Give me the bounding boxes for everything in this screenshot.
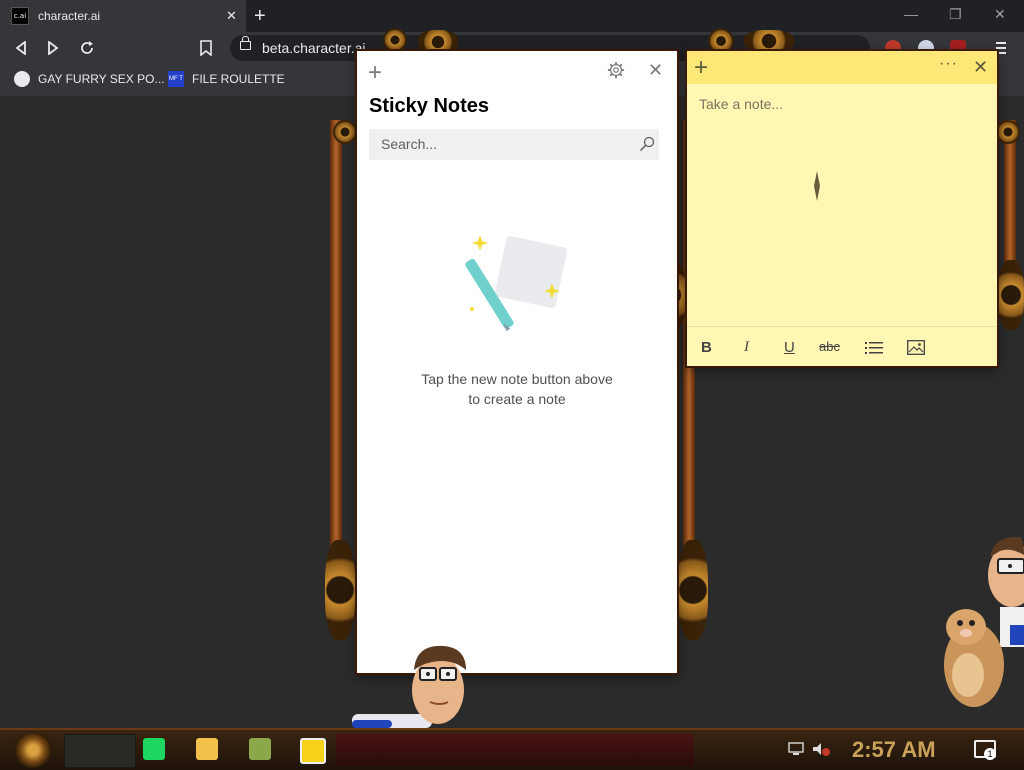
taskbar-slot	[64, 734, 136, 768]
lock-icon	[240, 36, 251, 50]
bookmark-label: FILE ROULETTE	[192, 72, 285, 86]
sticky-notes-icon[interactable]	[300, 738, 326, 764]
menu-icon[interactable]	[996, 42, 1006, 56]
forward-icon[interactable]	[46, 41, 60, 55]
game-icon[interactable]	[249, 738, 271, 760]
volume-muted-icon[interactable]	[812, 742, 830, 756]
close-window-button[interactable]: ✕	[994, 6, 1006, 23]
underline-button[interactable]: U	[784, 339, 795, 356]
minimize-button[interactable]: —	[904, 6, 918, 22]
new-note-button[interactable]: +	[694, 54, 708, 82]
taskbar-empty-area	[336, 734, 694, 766]
gear-icon	[744, 30, 794, 52]
spotify-icon[interactable]	[143, 738, 165, 760]
gear-icon	[325, 540, 355, 640]
file-explorer-icon[interactable]	[196, 738, 218, 760]
restore-button[interactable]: ❐	[949, 6, 962, 23]
image-icon[interactable]	[907, 340, 925, 355]
more-options-button[interactable]: ···	[939, 55, 958, 73]
empty-state-line: Tap the new note button above	[421, 371, 613, 387]
new-tab-button[interactable]: +	[254, 5, 266, 28]
reload-icon[interactable]	[79, 40, 95, 56]
tab-title: character.ai	[38, 9, 101, 23]
tab-close-icon[interactable]: ✕	[226, 8, 237, 24]
italic-button[interactable]: I	[744, 339, 749, 356]
gear-icon	[383, 28, 407, 52]
strikethrough-button[interactable]: abc	[819, 339, 840, 354]
note-text-area[interactable]: Take a note...	[699, 96, 783, 112]
gear-icon	[998, 260, 1024, 330]
bullet-list-icon[interactable]	[865, 341, 883, 355]
clock[interactable]: 2:57 AM	[852, 737, 936, 763]
settings-gear-icon[interactable]	[607, 61, 625, 79]
taskbar: 2:57 AM 1	[0, 728, 1024, 770]
mft-icon: MF T	[168, 71, 184, 87]
empty-state-message: Tap the new note button above to create …	[397, 369, 637, 409]
browser-tab[interactable]: c.ai character.ai ✕	[0, 0, 246, 32]
bold-button[interactable]: B	[701, 339, 712, 356]
empty-notes-illustration	[465, 235, 568, 331]
cartoon-man-mascot	[352, 645, 466, 728]
bookmark-icon[interactable]	[199, 40, 213, 56]
notification-count-badge: 1	[984, 748, 996, 760]
new-note-button[interactable]: +	[368, 59, 382, 87]
gear-icon	[678, 540, 708, 640]
sticky-note-window: + ··· ✕ Take a note... B I U abc	[687, 51, 997, 366]
bookmark-item[interactable]: MF T FILE ROULETTE	[168, 71, 285, 87]
back-icon[interactable]	[14, 41, 28, 55]
network-icon[interactable]	[788, 742, 804, 756]
cartoon-man-mascot	[944, 536, 1024, 707]
close-note-button[interactable]: ✕	[973, 57, 988, 78]
note-header[interactable]: + ··· ✕	[687, 51, 997, 84]
search-placeholder: Search...	[381, 136, 438, 152]
character-ai-favicon-icon: c.ai	[11, 7, 29, 25]
format-toolbar: B I U abc	[687, 326, 997, 367]
close-list-button[interactable]: ✕	[648, 60, 663, 81]
start-button[interactable]	[14, 732, 52, 768]
browser-tabstrip: c.ai character.ai ✕ + — ❐ ✕	[0, 0, 1024, 32]
gear-icon	[996, 120, 1020, 144]
page-title: Sticky Notes	[369, 95, 490, 117]
sticky-notes-list-window: + ✕ Sticky Notes Search... Tap the new n…	[357, 51, 677, 673]
globe-icon	[14, 71, 30, 87]
text-cursor-icon	[814, 171, 820, 201]
search-input[interactable]: Search...	[369, 129, 659, 160]
empty-state-line: to create a note	[468, 391, 566, 407]
url-text: beta.character.ai	[262, 40, 366, 56]
gear-icon	[333, 120, 357, 144]
bookmark-label: GAY FURRY SEX PO...	[38, 72, 165, 86]
bookmark-item[interactable]: GAY FURRY SEX PO...	[14, 71, 165, 87]
search-icon[interactable]	[639, 136, 655, 152]
